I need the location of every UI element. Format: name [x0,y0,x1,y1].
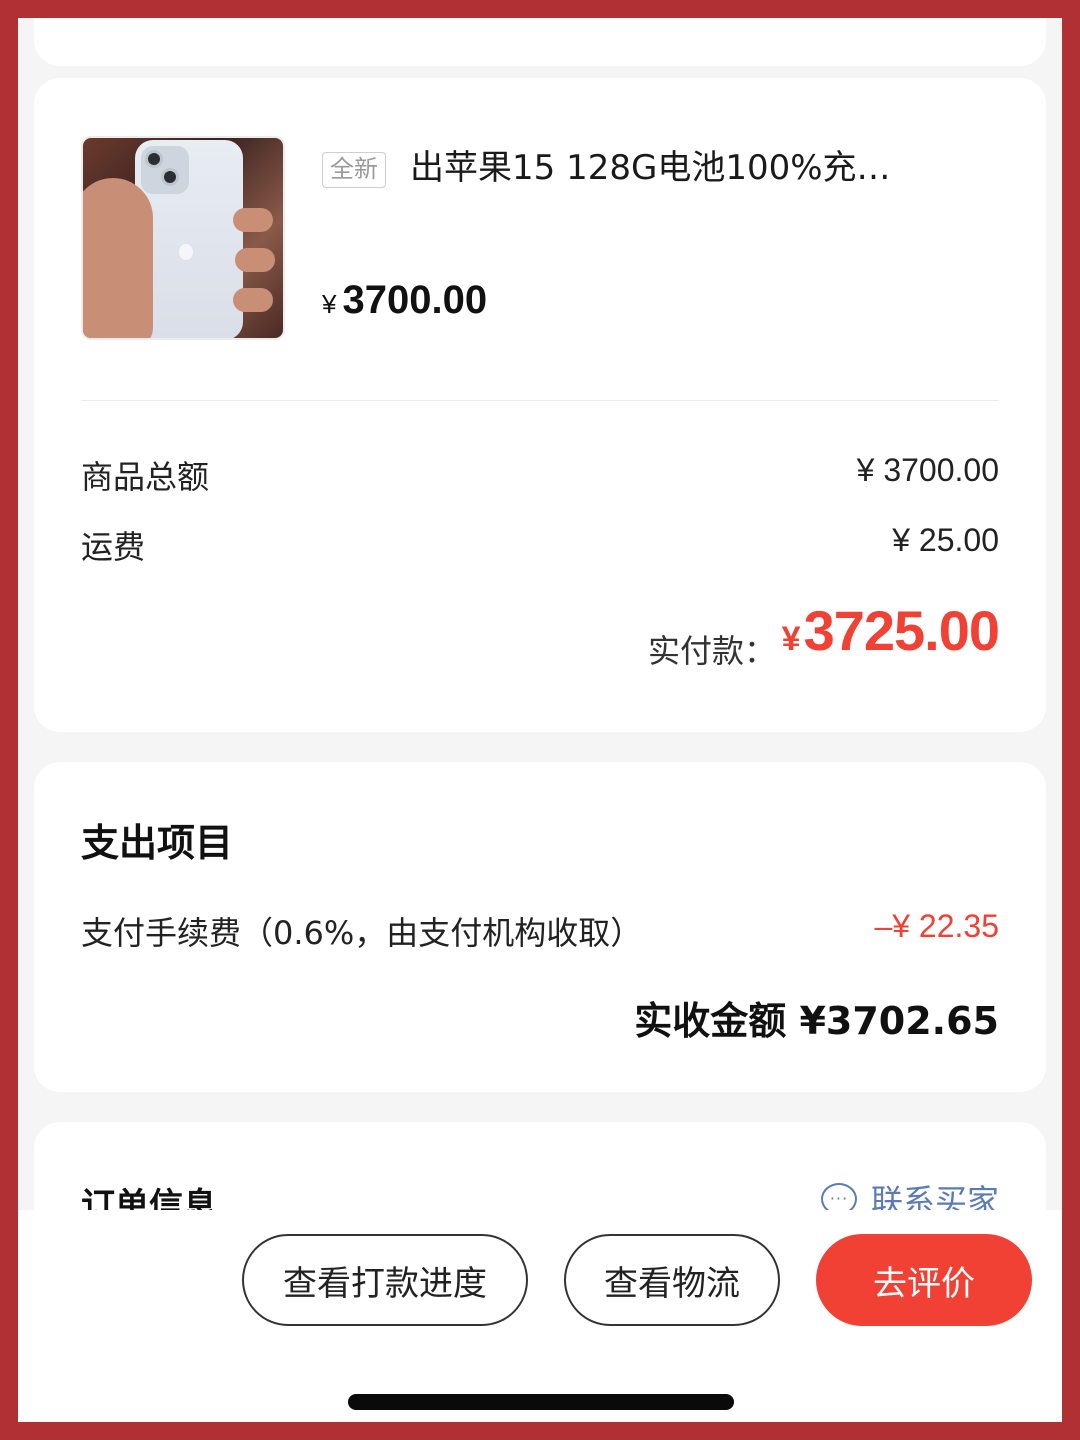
condition-tag: 全新 [322,152,386,188]
divider [81,400,999,401]
shipping-value: ¥ 25.00 [892,522,999,558]
subtotal-label: 商品总额 [81,458,210,496]
finger-photo [233,288,273,312]
paid-currency: ¥ [781,620,801,658]
order-detail-screen: 全新 出苹果15 128G电池100%充… ¥3700.00 商品总额 ¥ 37… [18,18,1062,1422]
product-title[interactable]: 出苹果15 128G电池100%充… [410,144,970,192]
lens-icon [161,168,179,186]
home-indicator[interactable] [348,1394,734,1410]
hand-photo [83,178,153,338]
currency-symbol: ¥ [322,289,337,319]
paid-label: 实付款： [647,632,776,670]
fee-label: 支付手续费（0.6%，由支付机构收取） [81,914,643,952]
net-received: 实收金额 ¥3702.65 [634,999,999,1043]
product-image[interactable] [81,136,285,340]
apple-logo-icon [179,244,193,260]
finger-photo [235,248,275,272]
paid-value: 3725.00 [803,599,1000,662]
order-card: 全新 出苹果15 128G电池100%充… ¥3700.00 商品总额 ¥ 37… [34,78,1046,732]
expense-card: 支出项目 支付手续费（0.6%，由支付机构收取） –¥ 22.35 实收金额 ¥… [34,762,1046,1092]
shipping-label: 运费 [81,528,146,566]
fee-value: –¥ 22.35 [874,908,999,944]
subtotal-value: ¥ 3700.00 [856,452,999,488]
finger-photo [233,208,273,232]
lens-icon [145,150,163,168]
previous-card [34,18,1046,66]
bottom-action-bar: 查看打款进度 查看物流 去评价 [18,1210,1062,1422]
view-payout-progress-button[interactable]: 查看打款进度 [242,1234,528,1326]
product-price: ¥3700.00 [322,278,487,323]
review-button[interactable]: 去评价 [816,1234,1032,1326]
paid-amount: ¥3725.00 [781,598,1000,663]
expense-title: 支出项目 [81,821,234,865]
product-price-value: 3700.00 [342,278,488,322]
view-logistics-button[interactable]: 查看物流 [564,1234,780,1326]
